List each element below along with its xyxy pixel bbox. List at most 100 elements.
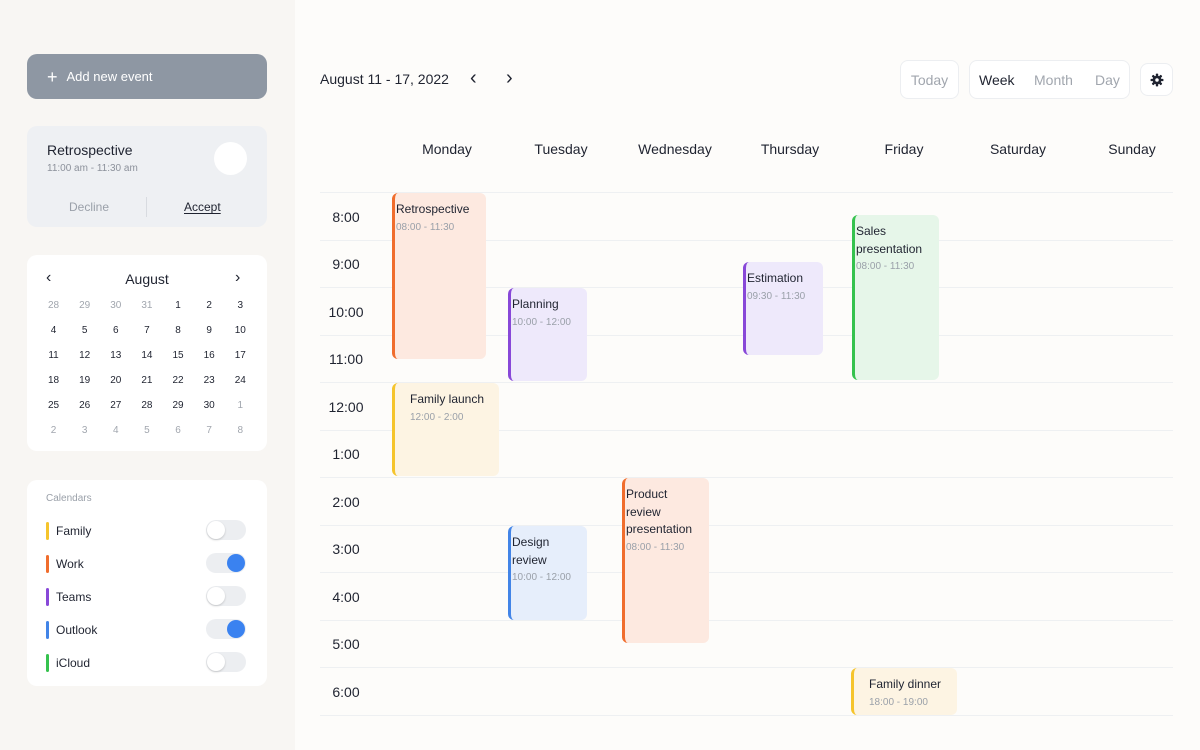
event-sales-presentation[interactable]: Sales presentation 08:00 - 11:30	[852, 215, 939, 380]
hour-label: 5:00	[332, 636, 360, 652]
mini-calendar-day[interactable]: 12	[69, 347, 100, 372]
mini-calendar-day[interactable]: 16	[194, 347, 225, 372]
calendar-item-teams: Teams	[46, 586, 246, 608]
view-week-button[interactable]: Week	[979, 72, 1015, 88]
mini-calendar-day[interactable]: 30	[100, 297, 131, 322]
event-title: Product review presentation	[626, 487, 693, 536]
decline-button[interactable]: Decline	[69, 200, 109, 214]
mini-calendar-day[interactable]: 14	[131, 347, 162, 372]
mini-calendar-day[interactable]: 1	[163, 297, 194, 322]
settings-button[interactable]	[1140, 63, 1173, 96]
mini-calendar-day[interactable]: 28	[38, 297, 69, 322]
mini-calendar-day[interactable]: 21	[131, 372, 162, 397]
mini-calendar-day[interactable]: 29	[163, 397, 194, 422]
mini-calendar-day[interactable]: 2	[194, 297, 225, 322]
hour-label: 3:00	[332, 541, 360, 557]
color-marker	[46, 588, 49, 606]
event-time: 10:00 - 12:00	[512, 316, 571, 328]
accept-button[interactable]: Accept	[184, 200, 221, 214]
mini-calendar-day[interactable]: 7	[194, 422, 225, 447]
mini-calendar: ‹ August › 28 29 30 31 1 2 3 4 5 6 7 8 9…	[27, 255, 267, 451]
mini-calendar-day[interactable]: 23	[194, 372, 225, 397]
mini-calendar-day[interactable]: 24	[225, 372, 256, 397]
event-design-review[interactable]: Design review 10:00 - 12:00	[508, 526, 587, 620]
mini-calendar-day[interactable]: 8	[225, 422, 256, 447]
teams-toggle[interactable]	[206, 586, 246, 606]
mini-calendar-day[interactable]: 7	[131, 322, 162, 347]
mini-calendar-day[interactable]: 4	[38, 322, 69, 347]
mini-calendar-day[interactable]: 8	[163, 322, 194, 347]
hour-label: 11:00	[329, 351, 363, 367]
event-family-launch[interactable]: Family launch 12:00 - 2:00	[392, 383, 499, 476]
mini-calendar-day[interactable]: 5	[69, 322, 100, 347]
event-title: Estimation	[747, 271, 804, 285]
family-toggle[interactable]	[206, 520, 246, 540]
mini-calendar-grid: 28 29 30 31 1 2 3 4 5 6 7 8 9 10 11 12 1…	[38, 297, 256, 447]
event-time: 08:00 - 11:30	[626, 541, 685, 553]
mini-calendar-day[interactable]: 30	[194, 397, 225, 422]
mini-calendar-month: August	[125, 271, 169, 287]
chevron-right-icon[interactable]: ›	[506, 66, 513, 90]
calendar-label: Teams	[56, 590, 92, 604]
add-new-event-button[interactable]: + Add new event	[27, 54, 267, 99]
mini-calendar-day[interactable]: 19	[69, 372, 100, 397]
mini-calendar-day[interactable]: 20	[100, 372, 131, 397]
calendar-label: Family	[56, 524, 92, 538]
mini-calendar-day[interactable]: 2	[38, 422, 69, 447]
event-title: Sales presentation	[856, 224, 923, 256]
calendar-label: iCloud	[56, 656, 91, 670]
mini-calendar-day[interactable]: 28	[131, 397, 162, 422]
mini-calendar-day[interactable]: 25	[38, 397, 69, 422]
event-family-dinner[interactable]: Family dinner 18:00 - 19:00	[851, 668, 957, 715]
mini-calendar-day[interactable]: 15	[163, 347, 194, 372]
mini-calendar-day[interactable]: 29	[69, 297, 100, 322]
mini-calendar-day[interactable]: 22	[163, 372, 194, 397]
calendars-panel: Calendars Family Work Teams Outlook iClo…	[27, 480, 267, 686]
avatar	[214, 142, 247, 175]
view-month-button[interactable]: Month	[1034, 72, 1073, 88]
mini-calendar-day[interactable]: 3	[225, 297, 256, 322]
icloud-toggle[interactable]	[206, 652, 246, 672]
event-product-review-presentation[interactable]: Product review presentation 08:00 - 11:3…	[622, 478, 709, 643]
grid-line	[320, 477, 1173, 478]
mini-calendar-day[interactable]: 6	[163, 422, 194, 447]
event-planning[interactable]: Planning 10:00 - 12:00	[508, 288, 587, 381]
today-button[interactable]: Today	[900, 60, 959, 99]
event-title: Family dinner	[869, 677, 942, 691]
chevron-right-icon[interactable]: ›	[235, 269, 240, 287]
event-title: Retrospective	[396, 202, 470, 216]
day-header-wednesday: Wednesday	[638, 141, 712, 157]
mini-calendar-day[interactable]: 10	[225, 322, 256, 347]
mini-calendar-day[interactable]: 11	[38, 347, 69, 372]
mini-calendar-day[interactable]: 6	[100, 322, 131, 347]
day-header-saturday: Saturday	[989, 141, 1047, 157]
calendar-item-outlook: Outlook	[46, 619, 246, 641]
hour-label: 1:00	[332, 446, 360, 462]
mini-calendar-day[interactable]: 1	[225, 397, 256, 422]
grid-line	[320, 525, 1173, 526]
event-time: 10:00 - 12:00	[512, 572, 571, 583]
calendar-item-family: Family	[46, 520, 246, 542]
work-toggle[interactable]	[206, 553, 246, 573]
event-estimation[interactable]: Estimation 09:30 - 11:30	[743, 262, 823, 355]
hour-label: 9:00	[332, 256, 360, 272]
mini-calendar-day[interactable]: 3	[69, 422, 100, 447]
view-day-button[interactable]: Day	[1095, 72, 1120, 88]
mini-calendar-day[interactable]: 9	[194, 322, 225, 347]
chevron-left-icon[interactable]: ‹	[470, 66, 477, 90]
mini-calendar-day[interactable]: 17	[225, 347, 256, 372]
toggle-knob	[207, 653, 225, 671]
mini-calendar-day[interactable]: 13	[100, 347, 131, 372]
calendar-item-work: Work	[46, 553, 246, 575]
mini-calendar-day[interactable]: 26	[69, 397, 100, 422]
mini-calendar-day[interactable]: 18	[38, 372, 69, 397]
mini-calendar-day[interactable]: 5	[131, 422, 162, 447]
event-retrospective[interactable]: Retrospective 08:00 - 11:30	[392, 193, 486, 359]
hour-label: 8:00	[332, 209, 360, 225]
grid-line	[320, 620, 1173, 621]
mini-calendar-day[interactable]: 31	[131, 297, 162, 322]
event-time: 08:00 - 11:30	[396, 221, 455, 233]
outlook-toggle[interactable]	[206, 619, 246, 639]
mini-calendar-day[interactable]: 27	[100, 397, 131, 422]
mini-calendar-day[interactable]: 4	[100, 422, 131, 447]
